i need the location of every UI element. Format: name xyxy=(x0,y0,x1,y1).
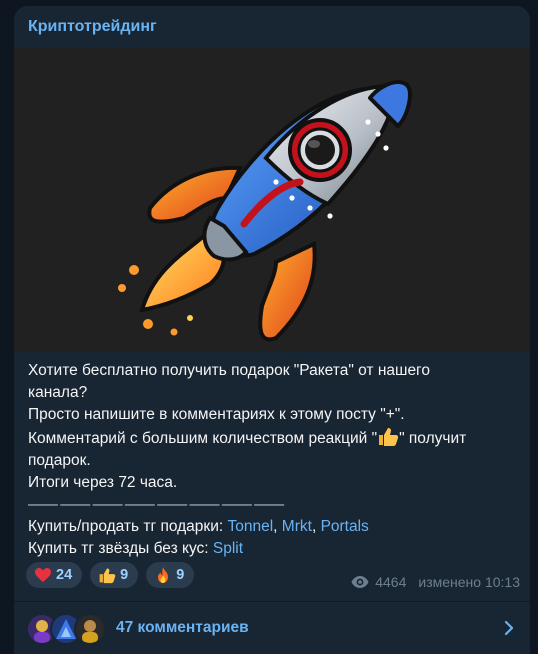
text-divider: —— —— —— —— —— —— —— —— xyxy=(28,496,284,513)
post-text-fragment: " получит xyxy=(399,430,467,447)
post-text-line: канала? xyxy=(28,384,88,401)
post-text-line: Итоги через 72 часа. xyxy=(28,474,178,491)
reactions-bar: 24 9 9 xyxy=(26,562,195,588)
link-tonnel[interactable]: Tonnel xyxy=(227,518,273,535)
post-text-fragment: Купить/продать тг подарки: xyxy=(28,518,228,535)
views-count: 4464 xyxy=(375,574,407,590)
comments-button[interactable]: 47 комментариев xyxy=(14,602,530,654)
reaction-heart[interactable]: 24 xyxy=(26,562,83,588)
thumbs-up-icon xyxy=(99,568,116,584)
reaction-thumbs-up[interactable]: 9 xyxy=(90,562,139,588)
reaction-count: 9 xyxy=(176,567,185,583)
link-mrkt[interactable]: Mrkt xyxy=(282,518,312,535)
commenter-avatars xyxy=(26,613,112,645)
link-separator: , xyxy=(311,518,321,535)
reaction-count: 9 xyxy=(120,567,129,583)
link-separator: , xyxy=(273,518,282,535)
link-split[interactable]: Split xyxy=(213,540,243,557)
post-text-line: подарок. xyxy=(28,452,91,469)
post-meta: 4464 изменено 10:13 xyxy=(351,574,520,590)
post-text-line: Купить тг звёзды без кус: Split xyxy=(28,538,516,560)
reaction-fire[interactable]: 9 xyxy=(146,562,195,588)
rocket-illustration xyxy=(118,79,413,342)
reaction-count: 24 xyxy=(56,567,73,583)
post-image-rocket[interactable] xyxy=(14,48,530,352)
thumbs-up-icon xyxy=(377,426,399,446)
link-portals[interactable]: Portals xyxy=(321,518,369,535)
post-text-fragment: Комментарий с большим количеством реакци… xyxy=(28,430,378,447)
post-text: Хотите бесплатно получить подарок "Ракет… xyxy=(28,360,516,560)
post-text-line: Просто напишите в комментариях к этому п… xyxy=(28,406,405,423)
post-text-line: Купить/продать тг подарки: Tonnel, Mrkt,… xyxy=(28,516,516,538)
post-text-line: Комментарий с большим количеством реакци… xyxy=(28,426,516,450)
heart-icon xyxy=(35,568,51,582)
edited-timestamp: изменено 10:13 xyxy=(418,574,520,590)
fire-icon xyxy=(158,567,169,583)
comments-count-label: 47 комментариев xyxy=(116,619,249,636)
channel-name[interactable]: Криптотрейдинг xyxy=(28,18,157,36)
eye-icon xyxy=(351,576,369,588)
chevron-right-icon xyxy=(504,620,514,636)
channel-post: Криптотрейдинг Хотите бесплатно получить… xyxy=(14,6,530,654)
post-text-fragment: Купить тг звёзды без кус: xyxy=(28,540,213,557)
post-text-line: Хотите бесплатно получить подарок "Ракет… xyxy=(28,362,430,379)
avatar xyxy=(74,613,106,645)
